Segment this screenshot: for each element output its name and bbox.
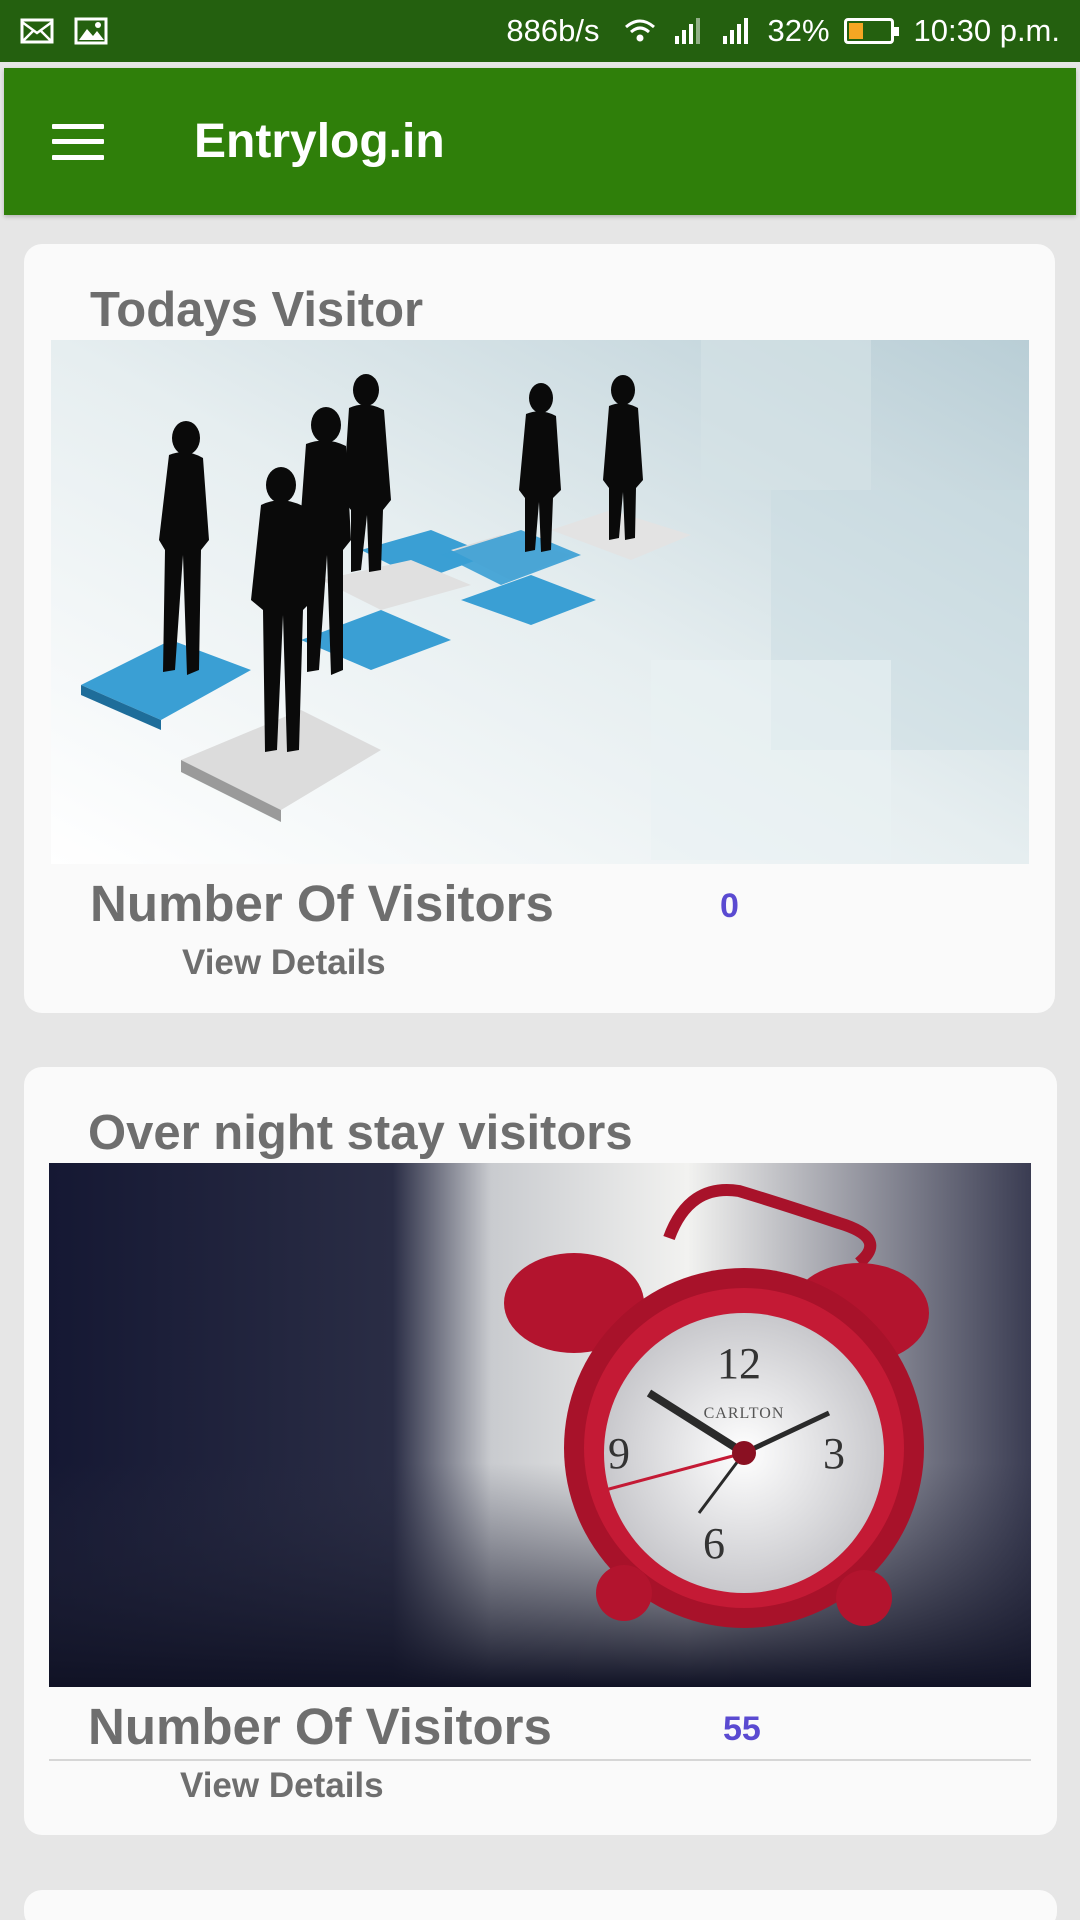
visitor-count-value: 0 <box>720 887 739 925</box>
clock: 10:30 p.m. <box>913 13 1060 48</box>
svg-text:3: 3 <box>823 1429 845 1478</box>
visitor-count-value: 55 <box>723 1710 761 1748</box>
visitor-count-label: Number Of Visitors <box>88 1698 552 1755</box>
app-bar: Entrylog.in <box>4 68 1076 215</box>
network-speed: 886b/s <box>506 13 600 48</box>
card-title: Todays Visitor <box>90 283 424 337</box>
overnight-visitors-card: Over night stay visitors 12 3 6 9 CARLTO… <box>24 1067 1057 1835</box>
hamburger-menu-icon[interactable] <box>52 123 104 160</box>
todays-visitor-card: Todays Visitor Number Of Visitors 0 View… <box>24 244 1055 1013</box>
alarm-clock-illustration: 12 3 6 9 CARLTON <box>49 1163 1031 1687</box>
battery-percentage: 32% <box>767 13 830 48</box>
app-title: Entrylog.in <box>194 115 445 168</box>
people-silhouettes-illustration <box>51 340 1029 864</box>
people-silhouettes-image <box>51 340 1029 864</box>
alarm-clock-image: 12 3 6 9 CARLTON <box>49 1163 1031 1687</box>
divider <box>49 1759 1031 1761</box>
svg-text:6: 6 <box>703 1519 725 1568</box>
image-icon <box>74 17 108 45</box>
next-card <box>24 1890 1057 1920</box>
svg-text:12: 12 <box>717 1339 761 1388</box>
status-bar: 886b/s 32% 10:30 p.m. <box>0 0 1080 62</box>
battery-icon <box>843 18 899 44</box>
signal-icon <box>675 18 701 44</box>
mail-icon <box>20 18 54 44</box>
clock-brand: CARLTON <box>704 1405 785 1422</box>
view-details-link[interactable]: View Details <box>180 1766 384 1806</box>
signal-icon <box>723 18 749 44</box>
visitor-count-label: Number Of Visitors <box>90 875 554 932</box>
wifi-icon <box>625 19 656 42</box>
svg-text:9: 9 <box>608 1429 630 1478</box>
view-details-link[interactable]: View Details <box>182 943 386 983</box>
card-title: Over night stay visitors <box>88 1106 633 1160</box>
